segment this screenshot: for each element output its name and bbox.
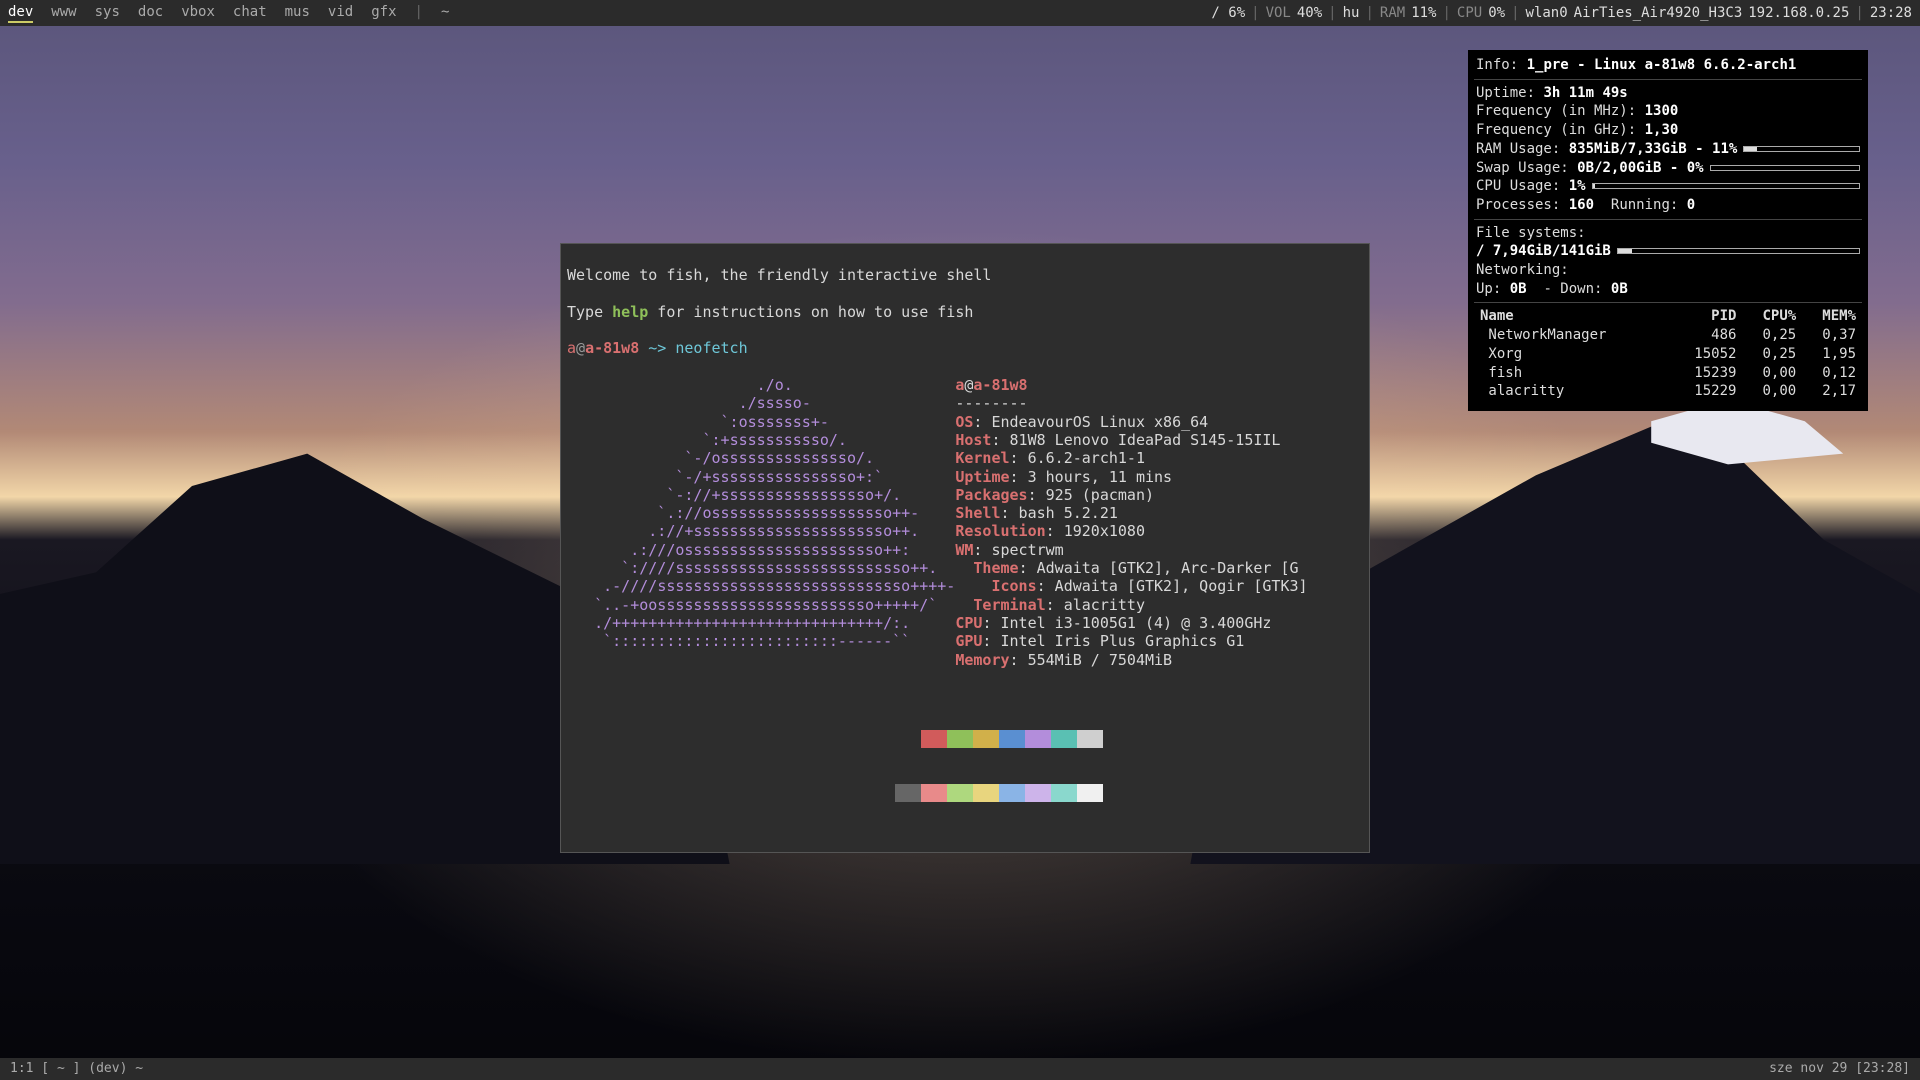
networking-header: Networking: bbox=[1476, 261, 1860, 280]
workspace-sys[interactable]: sys bbox=[95, 3, 120, 23]
neofetch-output: ./o. a@a-81w8 ./sssso- -------- `:osssss… bbox=[567, 376, 1363, 669]
workspace-www[interactable]: www bbox=[51, 3, 76, 23]
palette-swatch bbox=[921, 784, 947, 802]
palette-swatch bbox=[895, 784, 921, 802]
freq-mhz-value: 1300 bbox=[1645, 103, 1679, 119]
proc-row: fish152390,000,12 bbox=[1476, 364, 1860, 383]
color-palette bbox=[895, 693, 1103, 839]
net-down-label: - Down: bbox=[1543, 281, 1602, 297]
proc-row: alacritty152290,002,17 bbox=[1476, 382, 1860, 401]
fish-welcome-1: Welcome to fish, the friendly interactiv… bbox=[567, 266, 1363, 284]
palette-swatch bbox=[1077, 730, 1103, 748]
palette-swatch bbox=[1025, 730, 1051, 748]
palette-swatch bbox=[973, 784, 999, 802]
proc-col-header: PID bbox=[1669, 307, 1741, 326]
palette-swatch bbox=[947, 730, 973, 748]
net-down-value: 0B bbox=[1611, 281, 1628, 297]
palette-swatch bbox=[1051, 784, 1077, 802]
filesystems-header: File systems: bbox=[1476, 224, 1860, 243]
workspace-dev[interactable]: dev bbox=[8, 3, 33, 23]
net-ssid: AirTies_Air4920_H3C3 bbox=[1574, 4, 1743, 22]
bottom-left: 1:1 [ ~ ] (dev) ~ bbox=[10, 1060, 143, 1078]
window-title: ~ bbox=[441, 3, 449, 23]
proc-col-header: CPU% bbox=[1740, 307, 1800, 326]
command: neofetch bbox=[675, 339, 747, 357]
running-value: 0 bbox=[1687, 197, 1695, 213]
cpu-usage-label: CPU Usage: bbox=[1476, 177, 1560, 196]
ram-label: RAM bbox=[1380, 4, 1405, 22]
disk-usage: / 6% bbox=[1211, 4, 1245, 22]
net-up-label: Up: bbox=[1476, 281, 1501, 297]
palette-swatch bbox=[973, 730, 999, 748]
workspace-doc[interactable]: doc bbox=[138, 3, 163, 23]
proc-col-header: MEM% bbox=[1800, 307, 1860, 326]
terminal-window[interactable]: Welcome to fish, the friendly interactiv… bbox=[560, 243, 1370, 853]
fs-bar bbox=[1617, 248, 1860, 254]
ram-value: 11% bbox=[1411, 4, 1436, 22]
process-table: NamePIDCPU%MEM% NetworkManager4860,250,3… bbox=[1476, 307, 1860, 401]
swap-bar bbox=[1710, 165, 1860, 171]
ram-bar bbox=[1743, 146, 1860, 152]
palette-swatch bbox=[1025, 784, 1051, 802]
workspace-vid[interactable]: vid bbox=[328, 3, 353, 23]
top-status-bar: dev www sys doc vbox chat mus vid gfx | … bbox=[0, 0, 1920, 26]
info-value: 1_pre - Linux a-81w8 6.6.2-arch1 bbox=[1527, 57, 1797, 73]
processes-label: Processes: bbox=[1476, 197, 1560, 213]
bottom-status-bar: 1:1 [ ~ ] (dev) ~ sze nov 29 [23:28] bbox=[0, 1058, 1920, 1080]
kbd-layout: hu bbox=[1343, 4, 1360, 22]
workspace-vbox[interactable]: vbox bbox=[181, 3, 215, 23]
net-up-value: 0B bbox=[1510, 281, 1527, 297]
palette-swatch bbox=[999, 730, 1025, 748]
vol-value: 40% bbox=[1297, 4, 1322, 22]
filesystem-root: / 7,94GiB/141GiB bbox=[1476, 242, 1611, 261]
workspace-list: dev www sys doc vbox chat mus vid gfx | … bbox=[8, 3, 449, 23]
palette-swatch bbox=[1077, 784, 1103, 802]
processes-value: 160 bbox=[1569, 197, 1594, 213]
workspace-gfx[interactable]: gfx bbox=[371, 3, 396, 23]
freq-mhz-label: Frequency (in MHz): bbox=[1476, 103, 1636, 119]
info-label: Info: bbox=[1476, 57, 1518, 73]
proc-row: NetworkManager4860,250,37 bbox=[1476, 326, 1860, 345]
cpu-bar bbox=[1592, 183, 1860, 189]
freq-ghz-value: 1,30 bbox=[1645, 122, 1679, 138]
vol-label: VOL bbox=[1266, 4, 1291, 22]
cpu-label: CPU bbox=[1457, 4, 1482, 22]
running-label: Running: bbox=[1611, 197, 1678, 213]
title-separator: | bbox=[415, 3, 423, 23]
cpu-usage-value: 1% bbox=[1569, 177, 1586, 196]
ram-usage-label: RAM Usage: bbox=[1476, 140, 1560, 159]
palette-swatch bbox=[1051, 730, 1077, 748]
status-right: / 6% | VOL 40% | hu | RAM 11% | CPU 0% |… bbox=[1211, 4, 1912, 22]
freq-ghz-label: Frequency (in GHz): bbox=[1476, 122, 1636, 138]
palette-swatch bbox=[895, 730, 921, 748]
uptime-value: 3h 11m 49s bbox=[1543, 85, 1627, 101]
clock: 23:28 bbox=[1870, 4, 1912, 22]
bottom-right-date: sze nov 29 [23:28] bbox=[1769, 1060, 1910, 1078]
proc-col-header: Name bbox=[1476, 307, 1669, 326]
palette-swatch bbox=[947, 784, 973, 802]
workspace-mus[interactable]: mus bbox=[285, 3, 310, 23]
palette-swatch bbox=[999, 784, 1025, 802]
net-ip: 192.168.0.25 bbox=[1748, 4, 1849, 22]
net-iface: wlan0 bbox=[1526, 4, 1568, 22]
workspace-chat[interactable]: chat bbox=[233, 3, 267, 23]
swap-usage-label: Swap Usage: bbox=[1476, 159, 1569, 178]
cpu-value: 0% bbox=[1488, 4, 1505, 22]
ram-usage-value: 835MiB/7,33GiB - 11% bbox=[1569, 140, 1738, 159]
swap-usage-value: 0B/2,00GiB - 0% bbox=[1577, 159, 1703, 178]
system-monitor-panel: Info: 1_pre - Linux a-81w8 6.6.2-arch1 U… bbox=[1468, 50, 1868, 411]
prompt-line-1: a@a-81w8 ~> neofetch bbox=[567, 339, 1363, 357]
proc-row: Xorg150520,251,95 bbox=[1476, 345, 1860, 364]
uptime-label: Uptime: bbox=[1476, 85, 1535, 101]
help-link[interactable]: help bbox=[612, 303, 648, 321]
fish-welcome-2: Type help for instructions on how to use… bbox=[567, 303, 1363, 321]
palette-swatch bbox=[921, 730, 947, 748]
